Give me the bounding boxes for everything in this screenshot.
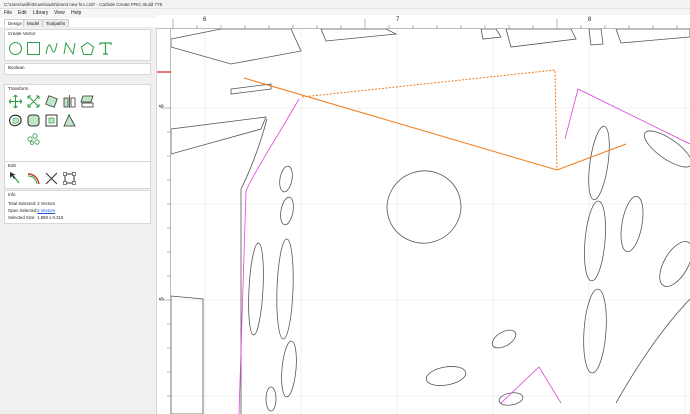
tab-model[interactable]: Model [23,19,44,27]
curve-icon[interactable] [44,41,59,56]
tab-bar: Design Model Toolpaths [0,18,157,27]
fillet-icon[interactable] [26,113,41,128]
transform-panel: Transform [4,84,151,162]
ruler-label-left-5: 5 [159,297,166,301]
node-edit-icon[interactable] [8,171,23,186]
rectangle-icon[interactable] [26,41,41,56]
create-vector-panel: Create Vector [4,29,151,61]
title-bar: C:\Users\wilfe\Downloads\brand new hrc.c… [0,0,690,9]
menu-edit[interactable]: Edit [18,10,27,16]
total-selected-value: 2 Vectors [37,201,56,206]
left-ruler: 6 5 [157,29,171,414]
ruler-label-left-6: 6 [159,104,166,108]
group-icon[interactable] [44,113,59,128]
distribute-icon[interactable] [26,131,41,146]
bounding-box-icon[interactable] [62,171,77,186]
selected-vectors[interactable] [243,69,627,171]
cut-icon[interactable] [44,171,59,186]
mirror-icon[interactable] [62,94,77,109]
vector-drawing[interactable] [171,29,690,414]
design-canvas[interactable] [171,29,690,414]
design-vectors[interactable] [171,29,690,414]
polyline-icon[interactable] [62,41,77,56]
text-icon[interactable] [98,41,113,56]
circle-icon[interactable] [8,41,23,56]
selected-size-value: 1.980 x 0.319 [37,215,64,220]
boolean-title: Boolean [8,65,25,70]
menu-file[interactable]: File [4,10,12,16]
open-selected-label: Open Selected: [8,208,38,213]
offset-icon[interactable] [8,113,23,128]
edit-title: Edit [8,163,16,168]
tab-toolpaths[interactable]: Toolpaths [42,19,70,27]
scale-icon[interactable] [26,94,41,109]
menu-help[interactable]: Help [71,10,81,16]
menu-library[interactable]: Library [33,10,48,16]
total-selected-label: Total Selected: [8,201,37,206]
window-title: C:\Users\wilfe\Downloads\brand new hrc.c… [4,2,163,7]
design-sidebar: Create Vector Boolean Transform Edit Inf… [0,27,157,414]
ruler-label-6: 6 [203,17,207,23]
move-icon[interactable] [8,94,23,109]
menu-view[interactable]: View [54,10,65,16]
magenta-paths[interactable] [238,88,690,414]
trim-icon[interactable] [26,171,41,186]
create-vector-title: Create Vector [8,31,36,36]
info-open-selected: Open Selected: 2 Vectors [8,208,55,213]
selected-size-label: Selected Size: [8,215,36,220]
boolean-panel: Boolean [4,63,151,75]
edit-panel: Edit [4,161,151,189]
join-icon[interactable] [62,113,77,128]
info-selected-size: Selected Size: 1.980 x 0.319 [8,215,63,220]
info-total-selected: Total Selected: 2 Vectors [8,201,55,206]
align-icon[interactable] [80,94,95,109]
ruler-label-7: 7 [396,17,400,23]
open-selected-link[interactable]: 2 Vectors [37,208,55,213]
rotate-icon[interactable] [44,94,59,109]
polygon-icon[interactable] [80,41,95,56]
transform-title: Transform [8,86,29,91]
info-title: Info [8,192,16,197]
top-ruler: 6 7 8 [157,15,690,29]
ruler-label-8: 8 [588,17,592,23]
